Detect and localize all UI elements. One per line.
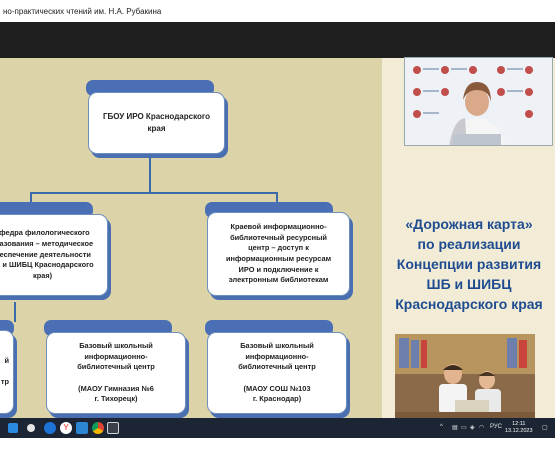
window-title-bar: но-практических чтений им. Н.А. Рубакина	[0, 0, 555, 22]
chrome-icon[interactable]	[92, 422, 104, 434]
diagram-panel: ГБОУ ИРО Краснодарского края афедра фило…	[0, 58, 382, 434]
window-title: но-практических чтений им. Н.А. Рубакина	[3, 7, 162, 16]
video-content: ГБОУ ИРО Краснодарского края афедра фило…	[0, 22, 555, 434]
tray-printer-icon[interactable]: ▭	[461, 424, 467, 431]
connector-line	[30, 192, 278, 194]
root-org-box: ГБОУ ИРО Краснодарского края	[88, 92, 225, 154]
store-icon[interactable]	[76, 422, 88, 434]
slide-heading: «Дорожная карта» по реализации Концепции…	[395, 216, 543, 312]
mail-icon[interactable]	[44, 422, 56, 434]
search-icon[interactable]	[27, 424, 35, 432]
department-box: афедра филологического разования – метод…	[0, 214, 108, 296]
edge-center-box: й тр	[0, 330, 14, 414]
media-icon[interactable]	[107, 422, 119, 434]
system-clock[interactable]: 12:11 13.12.2023	[505, 421, 533, 435]
keyboard-layout[interactable]: РУС	[490, 424, 502, 430]
tray-wifi-icon[interactable]: ◠	[479, 424, 484, 431]
students-photo	[395, 334, 535, 423]
speaker-video[interactable]	[404, 57, 553, 146]
notification-icon[interactable]: ▢	[542, 424, 548, 431]
clock-time: 12:11	[512, 421, 526, 427]
school-center-box-1: Базовый школьный информационно- библиоте…	[46, 332, 186, 414]
windows-taskbar: Y ^ ▤ ▭ ◈ ◠ РУС 12:11 13.12.2023 ▢	[0, 418, 555, 438]
tray-security-icon[interactable]: ◈	[470, 424, 475, 431]
yandex-icon[interactable]: Y	[60, 422, 72, 434]
bottom-strip	[0, 438, 555, 450]
school-center-box-2: Базовый школьный информационно- библиоте…	[207, 332, 347, 414]
connector-line	[14, 302, 16, 320]
speaker-video-image	[405, 58, 552, 145]
tray-network-icon[interactable]: ▤	[452, 424, 458, 431]
students-photo-image	[395, 334, 535, 423]
connector-line	[149, 154, 151, 192]
windows-icon[interactable]	[8, 423, 18, 433]
clock-date: 13.12.2023	[505, 428, 533, 434]
resource-center-box: Краевой информационно- библиотечный ресу…	[207, 212, 350, 296]
tray-chevron-icon[interactable]: ^	[440, 424, 443, 430]
